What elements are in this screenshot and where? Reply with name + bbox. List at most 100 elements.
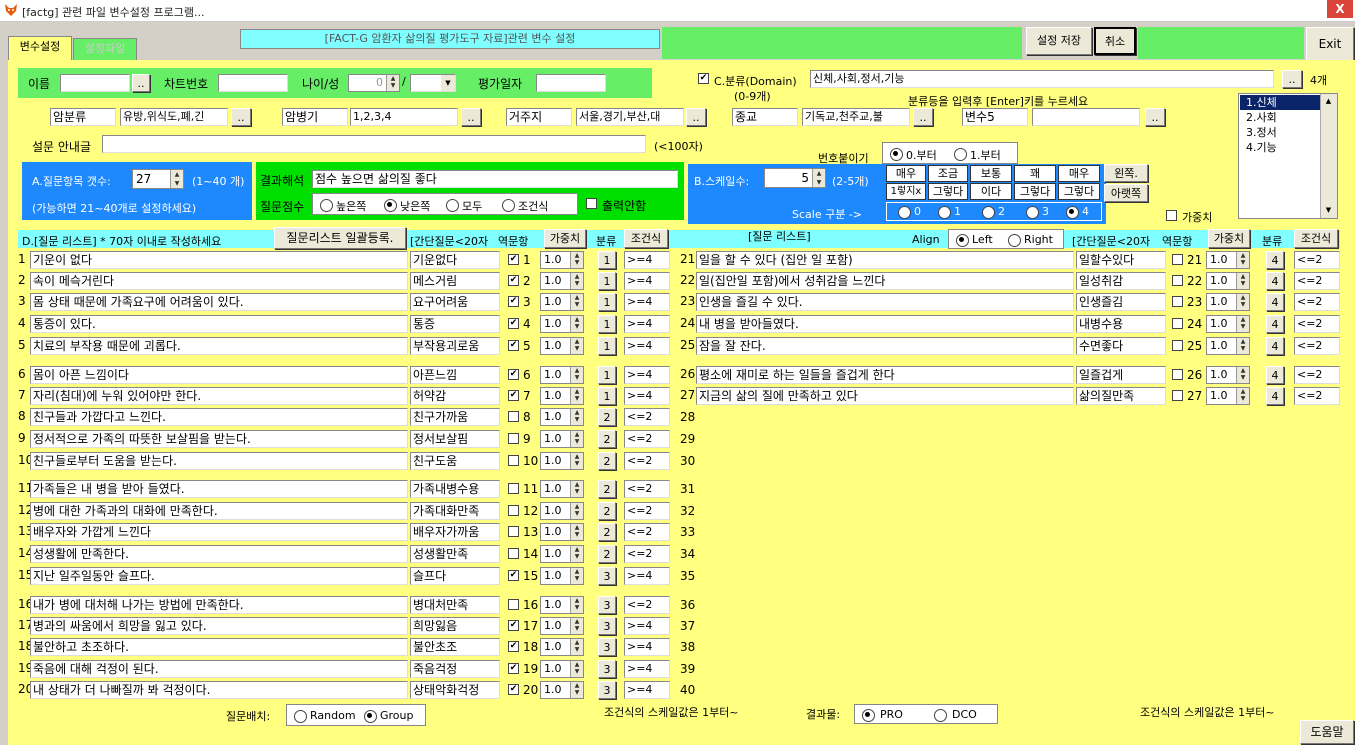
question-text-input[interactable]: 일을 할 수 있다 (집안 일 포함) [696,251,1074,269]
short-question-input[interactable]: 일성취감 [1076,272,1166,290]
reverse-item-checkbox[interactable]: ✔ [508,570,519,581]
reverse-item-checkbox[interactable] [1172,318,1183,329]
scale-label-top-2[interactable]: 보통 [970,165,1012,182]
short-question-input[interactable]: 부작용괴로움 [410,337,500,355]
weight-spinner[interactable]: 1.0 ▲ ▼ [1206,315,1250,333]
weight-spinner[interactable]: 1.0 ▲ ▼ [540,387,584,405]
category-button[interactable]: 1 [598,251,616,269]
category-button[interactable]: 4 [1266,337,1284,355]
exit-button[interactable]: Exit [1306,27,1354,61]
spinner-arrows-icon[interactable]: ▲ ▼ [1236,367,1249,383]
right-condition-header-button[interactable]: 조건식 [1294,229,1338,248]
scale-label-top-3[interactable]: 꽤 [1014,165,1056,182]
category-browse-5[interactable]: .. [1145,108,1165,126]
condition-input[interactable]: <=2 [1294,387,1340,405]
reverse-item-checkbox[interactable] [508,599,519,610]
short-question-input[interactable]: 친구가까움 [410,408,500,426]
category-label-5[interactable]: 변수5 [962,108,1028,126]
spinner-arrows-icon[interactable]: ▲ ▼ [570,409,583,425]
scale-label-bottom-4[interactable]: 그렇다 [1058,183,1100,200]
window-close-button[interactable]: X [1327,0,1353,18]
short-question-input[interactable]: 일할수있다 [1076,251,1166,269]
age-spinner[interactable]: 0 ▲ ▼ [348,74,400,92]
category-button[interactable]: 1 [598,293,616,311]
reverse-item-checkbox[interactable]: ✔ [508,641,519,652]
question-text-input[interactable]: 기운이 없다 [30,251,408,269]
weight-spinner[interactable]: 1.0 ▲ ▼ [1206,387,1250,405]
condition-input[interactable]: <=2 [624,523,670,541]
category-button[interactable]: 4 [1266,387,1284,405]
reverse-item-checkbox[interactable]: ✔ [508,390,519,401]
category-button[interactable]: 4 [1266,251,1284,269]
short-question-input[interactable]: 내병수용 [1076,315,1166,333]
category-button[interactable]: 2 [598,408,616,426]
category-browse-1[interactable]: .. [231,108,251,126]
question-text-input[interactable]: 성생활에 만족한다. [30,545,408,563]
category-button[interactable]: 4 [1266,293,1284,311]
category-button[interactable]: 1 [598,387,616,405]
domain-listbox[interactable]: 1.신체 2.사회 3.정서 4.기능 ▲ ▼ [1238,93,1338,219]
weight-spinner[interactable]: 1.0 ▲ ▼ [540,430,584,448]
spinner-arrows-icon[interactable]: ▲ ▼ [570,682,583,698]
category-label-2[interactable]: 암병기 [282,108,348,126]
category-browse-3[interactable]: .. [686,108,706,126]
score-all-radio[interactable] [446,199,459,212]
spinner-arrows-icon[interactable]: ▲ ▼ [570,453,583,469]
cancel-button[interactable]: 취소 [1094,27,1136,55]
reverse-item-checkbox[interactable] [1172,275,1183,286]
condition-input[interactable]: <=2 [624,480,670,498]
weight-spinner[interactable]: 1.0 ▲ ▼ [540,337,584,355]
spinner-arrows-icon[interactable]: ▲ ▼ [570,597,583,613]
category-button[interactable]: 3 [598,596,616,614]
short-question-input[interactable]: 가족대화만족 [410,502,500,520]
condition-input[interactable]: >=4 [624,617,670,635]
question-text-input[interactable]: 지난 일주일동안 슬프다. [30,567,408,585]
listbox-scrollbar[interactable]: ▲ ▼ [1320,94,1337,218]
category-value-4[interactable]: 기독교,천주교,불 [802,108,910,126]
reverse-item-checkbox[interactable] [508,455,519,466]
category-button[interactable]: 2 [598,452,616,470]
short-question-input[interactable]: 죽음걱정 [410,660,500,678]
reverse-item-checkbox[interactable] [508,505,519,516]
weight-spinner[interactable]: 1.0 ▲ ▼ [540,480,584,498]
short-question-input[interactable]: 아픈느낌 [410,366,500,384]
scroll-down-icon[interactable]: ▼ [1322,204,1335,217]
question-text-input[interactable]: 정서적으로 가족의 따뜻한 보살핌을 받는다. [30,430,408,448]
spinner-arrows-icon[interactable]: ▲ ▼ [1236,273,1249,289]
short-question-input[interactable]: 메스거림 [410,272,500,290]
weight-spinner[interactable]: 1.0 ▲ ▼ [1206,293,1250,311]
spinner-arrows-icon[interactable]: ▲ ▼ [570,568,583,584]
chart-number-input[interactable] [218,74,288,92]
short-question-input[interactable]: 불안초조 [410,638,500,656]
spinner-arrows-icon[interactable]: ▲ ▼ [570,431,583,447]
spinner-arrows-icon[interactable]: ▲ ▼ [170,170,183,188]
short-question-input[interactable]: 배우자가까움 [410,523,500,541]
weight-spinner[interactable]: 1.0 ▲ ▼ [540,660,584,678]
sex-select[interactable]: ▼ [410,74,456,92]
scale-count-spinner[interactable]: 5 ▲ ▼ [764,168,826,188]
spinner-arrows-icon[interactable]: ▲ ▼ [570,388,583,404]
reverse-item-checkbox[interactable] [1172,254,1183,265]
short-question-input[interactable]: 상태악화걱정 [410,681,500,699]
question-text-input[interactable]: 배우자와 가깝게 느낀다 [30,523,408,541]
score-low-radio[interactable] [384,199,397,212]
short-question-input[interactable]: 희망잃음 [410,617,500,635]
short-question-input[interactable]: 허약감 [410,387,500,405]
category-button[interactable]: 2 [598,430,616,448]
spinner-arrows-icon[interactable]: ▲ ▼ [570,661,583,677]
weight-spinner[interactable]: 1.0 ▲ ▼ [540,523,584,541]
domain-input[interactable]: 신체,사회,정서,기능 [810,70,1274,88]
spinner-arrows-icon[interactable]: ▲ ▼ [570,338,583,354]
reverse-item-checkbox[interactable] [508,483,519,494]
category-button[interactable]: 4 [1266,366,1284,384]
condition-input[interactable]: >=4 [624,272,670,290]
spinner-arrows-icon[interactable]: ▲ ▼ [570,367,583,383]
domain-list-item[interactable]: 2.사회 [1240,110,1326,125]
reverse-item-checkbox[interactable]: ✔ [508,318,519,329]
condition-input[interactable]: >=4 [624,337,670,355]
category-label-3[interactable]: 거주지 [506,108,572,126]
score-condition-radio[interactable] [502,199,515,212]
reverse-item-checkbox[interactable]: ✔ [508,340,519,351]
help-button[interactable]: 도움말 [1300,720,1354,744]
weight-spinner[interactable]: 1.0 ▲ ▼ [540,251,584,269]
